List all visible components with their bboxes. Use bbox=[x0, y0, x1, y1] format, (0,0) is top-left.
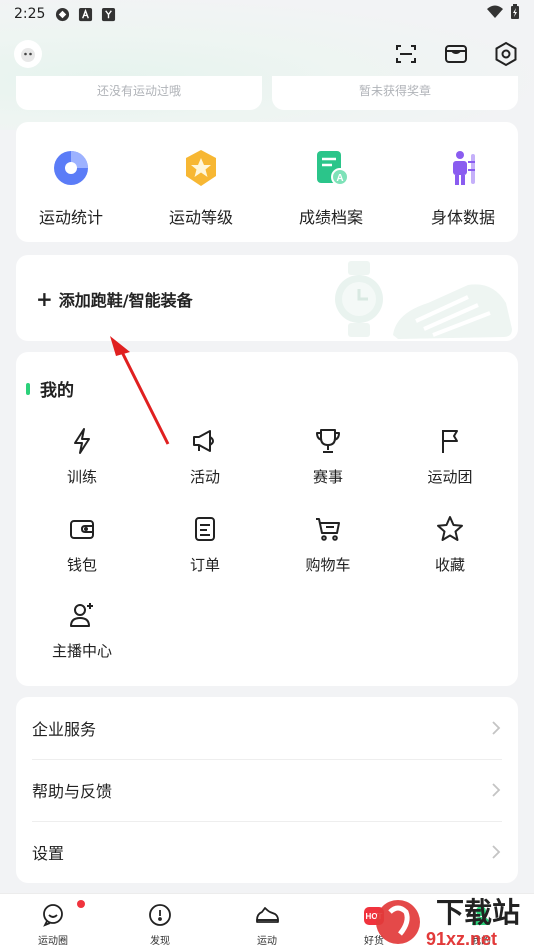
medal-card[interactable]: 暂未获得奖章 bbox=[272, 76, 518, 110]
lightning-icon bbox=[67, 426, 97, 456]
profile-header bbox=[0, 34, 534, 74]
mine-item-label: 收藏 bbox=[434, 556, 465, 574]
menu-label: 帮助与反馈 bbox=[32, 782, 113, 801]
quick-label: 成绩档案 bbox=[298, 208, 363, 227]
chat-bubble-icon bbox=[40, 902, 66, 928]
cart-icon bbox=[313, 514, 343, 544]
compass-icon bbox=[147, 902, 173, 928]
menu-label: 企业服务 bbox=[32, 720, 97, 739]
sport-record-text: 还没有运动过哦 bbox=[96, 83, 181, 98]
watermark-domain: 91xz.net bbox=[426, 929, 497, 949]
menu-settings[interactable]: 设置 bbox=[16, 821, 518, 883]
add-equipment-card[interactable]: + 添加跑鞋/智能装备 bbox=[16, 255, 518, 341]
mine-item-training[interactable]: 训练 bbox=[32, 426, 132, 487]
star-icon bbox=[435, 514, 465, 544]
mine-item-label: 钱包 bbox=[66, 556, 97, 574]
wifi-icon bbox=[486, 5, 504, 23]
mine-item-label: 运动团 bbox=[427, 468, 473, 486]
quick-actions-card: 运动统计 运动等级 A 成绩档案 身体数据 bbox=[16, 122, 518, 242]
status-time: 2:25 bbox=[14, 6, 46, 22]
wallet-icon bbox=[67, 514, 97, 544]
avatar[interactable] bbox=[14, 40, 42, 68]
mine-item-orders[interactable]: 订单 bbox=[155, 514, 255, 575]
mine-section-card: 我的 训练 活动 赛事 运动团 钱包 订单 购物车 收藏 主播中心 bbox=[16, 352, 518, 686]
mine-item-activity[interactable]: 活动 bbox=[155, 426, 255, 487]
svg-text:A: A bbox=[336, 173, 343, 184]
mine-item-label: 活动 bbox=[189, 468, 220, 486]
megaphone-icon bbox=[190, 426, 220, 456]
mine-item-sport-group[interactable]: 运动团 bbox=[400, 426, 500, 487]
quick-record-file[interactable]: A 成绩档案 bbox=[276, 148, 386, 228]
chevron-right-icon bbox=[490, 720, 502, 736]
sync-icon bbox=[55, 7, 70, 22]
quick-label: 身体数据 bbox=[430, 208, 495, 227]
mine-item-streamer-center[interactable]: 主播中心 bbox=[32, 600, 132, 661]
badge-cards: 还没有运动过哦 暂未获得奖章 bbox=[16, 76, 518, 110]
mine-item-label: 订单 bbox=[189, 556, 220, 574]
mine-item-events[interactable]: 赛事 bbox=[278, 426, 378, 487]
mine-item-label: 训练 bbox=[66, 468, 97, 486]
order-icon bbox=[190, 514, 220, 544]
settings-hex-icon[interactable] bbox=[492, 40, 520, 68]
watermark-title: 下载站 bbox=[436, 896, 520, 929]
battery-icon bbox=[510, 4, 520, 24]
record-file-icon: A bbox=[311, 148, 351, 188]
trophy-icon bbox=[313, 426, 343, 456]
mine-item-label: 赛事 bbox=[312, 468, 343, 486]
chevron-right-icon bbox=[490, 782, 502, 798]
streamer-icon bbox=[67, 600, 97, 630]
mine-section-title: 我的 bbox=[26, 376, 74, 401]
quick-label: 运动统计 bbox=[38, 208, 103, 227]
chevron-right-icon bbox=[490, 844, 502, 860]
status-bar: 2:25 bbox=[0, 0, 534, 28]
mine-item-label: 主播中心 bbox=[51, 642, 112, 660]
add-equipment-button[interactable]: + 添加跑鞋/智能装备 bbox=[36, 287, 193, 311]
tab-label: 运动圈 bbox=[38, 936, 68, 947]
level-medal-icon bbox=[181, 148, 221, 188]
scan-icon[interactable] bbox=[392, 40, 420, 68]
tab-sport-circle[interactable]: 运动圈 bbox=[3, 902, 103, 947]
site-watermark: 下载站 91xz.net bbox=[360, 888, 534, 950]
quick-body-data[interactable]: 身体数据 bbox=[408, 148, 518, 228]
sport-record-card[interactable]: 还没有运动过哦 bbox=[16, 76, 262, 110]
sneaker-icon bbox=[254, 902, 280, 928]
body-data-icon bbox=[443, 148, 483, 188]
tab-label: 发现 bbox=[150, 936, 170, 947]
title-accent-bar bbox=[26, 382, 30, 395]
message-icon[interactable] bbox=[442, 40, 470, 68]
tab-discover[interactable]: 发现 bbox=[110, 902, 210, 947]
plus-icon: + bbox=[36, 287, 53, 311]
settings-menu-card: 企业服务 帮助与反馈 设置 bbox=[16, 697, 518, 883]
flag-icon bbox=[435, 426, 465, 456]
watch-shoe-decoration-icon bbox=[318, 255, 518, 341]
app-a-icon bbox=[78, 7, 93, 22]
notification-dot bbox=[77, 900, 85, 908]
menu-enterprise-service[interactable]: 企业服务 bbox=[16, 697, 518, 759]
mine-item-cart[interactable]: 购物车 bbox=[278, 514, 378, 575]
mine-item-wallet[interactable]: 钱包 bbox=[32, 514, 132, 575]
add-equipment-label: 添加跑鞋/智能装备 bbox=[58, 291, 193, 310]
menu-label: 设置 bbox=[32, 844, 65, 863]
tab-label: 运动 bbox=[257, 936, 277, 947]
medal-text: 暂未获得奖章 bbox=[358, 83, 431, 98]
quick-label: 运动等级 bbox=[168, 208, 233, 227]
mine-item-favorites[interactable]: 收藏 bbox=[400, 514, 500, 575]
menu-help-feedback[interactable]: 帮助与反馈 bbox=[16, 759, 518, 821]
mine-title-text: 我的 bbox=[40, 381, 74, 401]
app-y-icon bbox=[101, 7, 116, 22]
quick-sport-level[interactable]: 运动等级 bbox=[146, 148, 256, 228]
mine-item-label: 购物车 bbox=[305, 556, 351, 574]
pie-chart-icon bbox=[51, 148, 91, 188]
tab-sport[interactable]: 运动 bbox=[217, 902, 317, 947]
quick-sport-stats[interactable]: 运动统计 bbox=[16, 148, 126, 228]
